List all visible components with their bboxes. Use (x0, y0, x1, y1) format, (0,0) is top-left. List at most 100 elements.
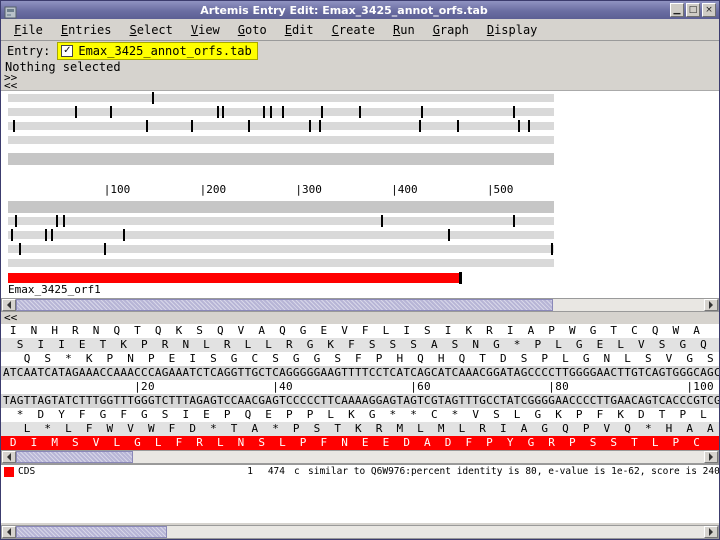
checkbox-icon: ✓ (61, 45, 74, 57)
stop-codon-tick (517, 120, 520, 132)
reverse-dna-sequence[interactable]: TAGTTAGTATCTTTGGTTTGGGTCTTTAGAGTCCAACGAG… (1, 394, 719, 408)
detail-panel[interactable]: I N H R N Q T Q K S Q V A Q G E V F L I … (1, 324, 719, 450)
forward-frame-1-line[interactable] (8, 92, 554, 104)
stop-codon-tick (457, 120, 460, 132)
scroll-left-arrow-icon[interactable] (2, 451, 16, 463)
cds-feature-bar[interactable] (8, 272, 463, 284)
menu-display[interactable]: Display (478, 21, 547, 39)
stop-codon-tick (420, 106, 423, 118)
scroll-right-arrow-icon[interactable] (704, 299, 718, 311)
menu-run[interactable]: Run (384, 21, 424, 39)
detail-scrollbar-track[interactable] (16, 451, 704, 463)
selection-status: Nothing selected (5, 60, 121, 74)
stop-codon-tick (75, 106, 78, 118)
reverse-sequence-band (8, 201, 554, 213)
menu-goto[interactable]: Goto (229, 21, 276, 39)
window-icon (4, 4, 17, 18)
overview-ruler-label: |500 (486, 183, 514, 196)
stop-codon-tick (14, 215, 17, 227)
stop-codon-tick (319, 120, 322, 132)
reverse-frame-3-line[interactable] (8, 243, 554, 255)
scroll-left-arrow-icon[interactable] (2, 299, 16, 311)
entry-file-toggle[interactable]: ✓ Emax_3425_annot_orfs.tab (57, 42, 258, 60)
minimize-button[interactable]: ▁ (670, 3, 684, 17)
overview-panel[interactable]: |100 |200 |300 |400 |500 Emax_3425_orf1 (1, 90, 719, 298)
overview-nav-forward[interactable]: >> (4, 72, 719, 83)
feature-list-scrollbar-thumb[interactable] (16, 526, 168, 538)
cds-translation-row[interactable]: D I M S V L G L F R L N S L P F N E E D … (1, 436, 719, 450)
menu-graph[interactable]: Graph (424, 21, 478, 39)
reverse-frame-2-line[interactable] (8, 229, 554, 241)
maximize-button[interactable]: □ (686, 3, 700, 17)
stop-codon-tick (103, 243, 106, 255)
feature-strand: c (294, 466, 300, 477)
reverse-frame-2-translation[interactable]: L * L F W V W F D * T A * P S T K R M L … (1, 422, 719, 436)
scroll-left-arrow-icon[interactable] (2, 526, 16, 538)
overview-scrollbar-thumb[interactable] (16, 299, 553, 311)
menu-edit[interactable]: Edit (276, 21, 323, 39)
stop-codon-tick (51, 229, 54, 241)
scroll-right-arrow-icon[interactable] (704, 526, 718, 538)
feature-label: Emax_3425_orf1 (8, 283, 101, 296)
reverse-strand-line[interactable] (8, 259, 554, 267)
overview-ruler-label: |100 (103, 183, 131, 196)
detail-scrollbar[interactable] (1, 450, 719, 464)
menu-entries[interactable]: Entries (52, 21, 121, 39)
forward-dna-sequence[interactable]: ATCAATCATAGAAACCAAACCCAGAAATCTCAGGTTGCTC… (1, 366, 719, 380)
overview-scrollbar[interactable] (1, 298, 719, 312)
stop-codon-tick (145, 120, 148, 132)
feature-list-scrollbar[interactable] (1, 525, 719, 539)
forward-frame-2-line[interactable] (8, 106, 554, 118)
detail-ruler: |20 |40 |60 |80 |100 (3, 380, 719, 393)
entry-label: Entry: (7, 44, 51, 58)
stop-codon-tick (512, 106, 515, 118)
forward-strand-line[interactable] (8, 136, 554, 144)
stop-codon-tick (55, 215, 58, 227)
menu-select[interactable]: Select (121, 21, 182, 39)
overview-ruler-label: |200 (199, 183, 227, 196)
feature-list-scrollbar-track[interactable] (16, 526, 704, 538)
feature-list-row[interactable]: CDS 1 474 c similar to Q6W976:percent id… (1, 465, 719, 479)
forward-frame-3-line[interactable] (8, 120, 554, 132)
detail-nav-back[interactable]: << (1, 312, 719, 324)
stop-codon-tick (528, 120, 531, 132)
entry-file-name: Emax_3425_annot_orfs.tab (78, 44, 252, 58)
reverse-frame-1-line[interactable] (8, 215, 554, 227)
stop-codon-tick (19, 243, 22, 255)
reverse-frame-1-translation[interactable]: * D Y F G F G S I E P Q E P P L K G * * … (1, 408, 719, 422)
feature-type: CDS (18, 466, 36, 477)
feature-end: 474 (267, 466, 285, 477)
menu-view[interactable]: View (182, 21, 229, 39)
stop-codon-tick (190, 120, 193, 132)
stop-codon-tick (10, 229, 13, 241)
stop-codon-tick (122, 229, 125, 241)
artemis-window: Artemis Entry Edit: Emax_3425_annot_orfs… (0, 0, 720, 540)
window-title: Artemis Entry Edit: Emax_3425_annot_orfs… (200, 3, 488, 17)
feature-start: 1 (247, 466, 253, 477)
menubar: File Entries Select View Goto Edit Create Run Gr… (1, 19, 719, 41)
overview-tracks: |100 |200 |300 |400 |500 Emax_3425_orf1 (8, 91, 554, 298)
scroll-right-arrow-icon[interactable] (704, 451, 718, 463)
forward-frame-2-translation[interactable]: S I I E T K P R N L R L L R G K F S S S … (1, 338, 719, 352)
stop-codon-tick (62, 215, 65, 227)
overview-ruler: |100 |200 |300 |400 |500 (8, 183, 554, 196)
stop-codon-tick (321, 106, 324, 118)
overview-ruler-label: |300 (295, 183, 322, 196)
overview-scrollbar-track[interactable] (16, 299, 704, 311)
titlebar[interactable]: Artemis Entry Edit: Emax_3425_annot_orfs… (1, 1, 719, 19)
overview-nav-back[interactable]: << (4, 80, 719, 91)
forward-frame-1-translation[interactable]: I N H R N Q T Q K S Q V A Q G E V F L I … (1, 324, 719, 338)
feature-list: CDS 1 474 c similar to Q6W976:percent id… (1, 464, 719, 523)
close-button[interactable]: × (702, 3, 716, 17)
overview-ruler-label: |400 (391, 183, 418, 196)
menu-file[interactable]: File (5, 21, 52, 39)
stop-codon-tick (262, 106, 265, 118)
forward-sequence-band (8, 153, 554, 165)
stop-codon-tick (281, 106, 284, 118)
stop-codon-tick (12, 120, 15, 132)
stop-codon-tick (221, 106, 224, 118)
menu-create[interactable]: Create (323, 21, 384, 39)
stop-codon-tick (248, 120, 251, 132)
detail-scrollbar-thumb[interactable] (16, 451, 133, 463)
forward-frame-3-translation[interactable]: Q S * K P N P E I S G C S G G S F P H Q … (1, 352, 719, 366)
